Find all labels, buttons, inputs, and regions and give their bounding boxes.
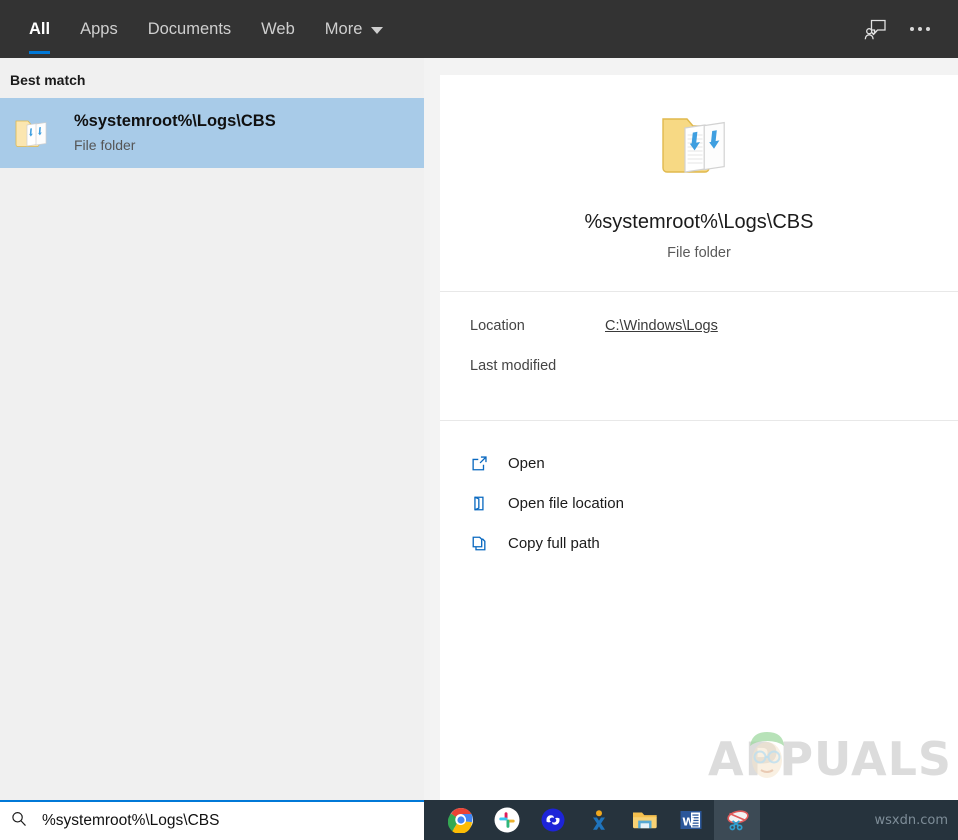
metadata-row-last-modified: Last modified: [470, 358, 958, 398]
taskbar: %systemroot%\Logs\CBS W wsxdn.com: [0, 800, 958, 840]
search-filter-bar: All Apps Documents Web More: [0, 0, 958, 58]
taskbar-app-file-explorer[interactable]: [622, 800, 668, 840]
preview-title: %systemroot%\Logs\CBS: [584, 211, 814, 233]
tab-documents[interactable]: Documents: [133, 0, 246, 58]
tab-apps-label: Apps: [80, 19, 118, 38]
open-external-icon: [470, 454, 504, 473]
action-copy-full-path[interactable]: Copy full path: [470, 523, 958, 563]
preview-metadata: Location C:\Windows\Logs Last modified: [440, 292, 958, 420]
search-filter-tabs: All Apps Documents Web More: [0, 0, 398, 58]
preview-subtitle: File folder: [667, 245, 731, 261]
metadata-label-last-modified: Last modified: [470, 358, 557, 374]
taskbar-app-slack[interactable]: [484, 800, 530, 840]
taskbar-app-word[interactable]: W: [668, 800, 714, 840]
svg-text:W: W: [682, 815, 694, 828]
action-open[interactable]: Open: [470, 443, 958, 483]
result-item-best-match[interactable]: %systemroot%\Logs\CBS File folder: [0, 98, 424, 168]
site-watermark: wsxdn.com: [874, 812, 949, 828]
action-open-label: Open: [508, 454, 545, 472]
ellipsis-icon[interactable]: [898, 7, 942, 51]
feedback-person-speech-icon[interactable]: [854, 7, 898, 51]
action-open-file-location[interactable]: Open file location: [470, 483, 958, 523]
metadata-row-location: Location C:\Windows\Logs: [470, 318, 958, 358]
tab-web-label: Web: [261, 19, 295, 38]
taskbar-app-snipping-tool[interactable]: [714, 800, 760, 840]
result-item-text: %systemroot%\Logs\CBS File folder: [58, 111, 276, 155]
action-copy-full-path-label: Copy full path: [508, 534, 600, 552]
blue-circle-app-icon: [541, 808, 565, 832]
metadata-label-location: Location: [470, 318, 525, 334]
chevron-down-icon: [371, 26, 384, 34]
taskbar-app-exodus[interactable]: [576, 800, 622, 840]
tab-web[interactable]: Web: [246, 0, 310, 58]
tab-documents-label: Documents: [147, 19, 232, 38]
result-item-subtitle: File folder: [74, 137, 136, 153]
x-person-icon: [593, 810, 605, 830]
results-pane: Best match %systemroot%\Logs\CBS File fo…: [0, 58, 424, 800]
preview-header: %systemroot%\Logs\CBS File folder: [440, 75, 958, 291]
taskbar-search-box[interactable]: %systemroot%\Logs\CBS: [0, 800, 424, 840]
folder-with-documents-icon: [10, 109, 58, 157]
slack-icon: [494, 807, 520, 833]
copy-pages-icon: [470, 534, 504, 553]
folder-with-documents-large-icon: [440, 103, 958, 187]
search-overlay-root: All Apps Documents Web More Best match %…: [0, 0, 958, 840]
open-folder-icon: [470, 494, 504, 513]
search-input-value: %systemroot%\Logs\CBS: [42, 812, 220, 829]
file-explorer-icon: [633, 812, 657, 829]
result-item-title: %systemroot%\Logs\CBS: [74, 112, 276, 130]
topbar-actions: [854, 0, 958, 58]
tab-all[interactable]: All: [14, 0, 65, 58]
search-magnifier-icon: [10, 810, 28, 833]
taskbar-app-messenger[interactable]: [530, 800, 576, 840]
taskbar-app-chrome[interactable]: [438, 800, 484, 840]
word-icon: W: [680, 811, 702, 829]
snipping-tool-icon: [727, 810, 749, 831]
metadata-value-location-link[interactable]: C:\Windows\Logs: [605, 318, 718, 334]
ellipsis-dots: [910, 27, 930, 31]
tab-more-label: More: [324, 19, 363, 38]
taskbar-app-icons: W: [424, 800, 760, 840]
action-open-file-location-label: Open file location: [508, 494, 624, 512]
tab-all-label: All: [29, 19, 51, 38]
preview-pane: %systemroot%\Logs\CBS File folder Locati…: [440, 75, 958, 800]
tab-apps[interactable]: Apps: [65, 0, 133, 58]
chrome-icon: [448, 808, 473, 833]
best-match-header: Best match: [10, 72, 86, 88]
preview-actions: Open Open file location Copy full path: [440, 421, 958, 563]
tab-more[interactable]: More: [310, 0, 399, 58]
